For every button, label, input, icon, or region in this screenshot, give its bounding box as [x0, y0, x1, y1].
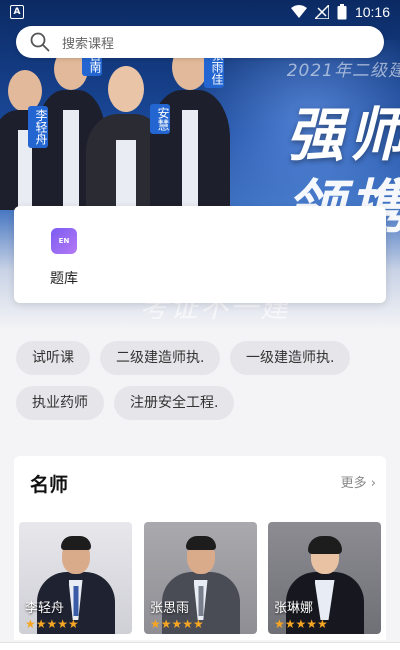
- section-title: 名师: [30, 474, 69, 496]
- more-label: 更多: [340, 476, 367, 491]
- chevron-right-icon: ›: [370, 476, 376, 491]
- wifi-icon: [290, 5, 307, 18]
- tag-safety-engineer[interactable]: 注册安全工程.: [114, 386, 235, 420]
- teachers-list: 李轻舟 ★★★★★ 张思雨 ★★★★★ 张琳娜 ★★★★★: [14, 510, 386, 640]
- status-bar: A 10:16: [0, 0, 400, 24]
- teacher-name: 李轻舟: [25, 601, 65, 616]
- banner-name-tag-3: 安慧: [150, 104, 170, 134]
- banner-year-text: 2021年二级建: [286, 61, 400, 81]
- signal-icon: [314, 5, 329, 19]
- more-link[interactable]: 更多 ›: [341, 472, 376, 491]
- search-input[interactable]: 搜索课程: [62, 33, 114, 52]
- question-bank-icon: EN: [51, 228, 77, 254]
- star-rating: ★★★★★: [25, 617, 79, 631]
- quick-entry-card: EN 题库: [14, 206, 386, 303]
- question-bank-label: 题库: [50, 271, 78, 287]
- tag-second-constructor[interactable]: 二级建造师执.: [100, 341, 221, 375]
- star-rating: ★★★★★: [150, 617, 204, 631]
- teachers-section-header: 名师 更多 ›: [14, 456, 386, 510]
- teacher-name: 张琳娜: [274, 601, 314, 616]
- teacher-card[interactable]: 李轻舟 ★★★★★: [19, 522, 132, 634]
- teacher-card[interactable]: 张思雨 ★★★★★: [144, 522, 257, 634]
- question-bank-button[interactable]: EN 题库: [44, 228, 84, 288]
- tag-pharmacist[interactable]: 执业药师: [16, 386, 104, 420]
- battery-icon: [337, 4, 347, 20]
- clock: 10:16: [354, 4, 390, 20]
- teacher-card[interactable]: 张琳娜 ★★★★★: [268, 522, 381, 634]
- banner-name-tag-1: 李轻舟: [28, 106, 48, 148]
- tag-first-constructor[interactable]: 一级建造师执.: [230, 341, 351, 375]
- star-rating: ★★★★★: [274, 617, 328, 631]
- search-bar[interactable]: 搜索课程: [16, 26, 384, 58]
- teacher-name: 张思雨: [150, 601, 190, 616]
- bottom-navigation-bar[interactable]: [0, 642, 400, 650]
- search-icon: [30, 32, 50, 52]
- notification-icon: A: [10, 5, 24, 19]
- tag-trial-class[interactable]: 试听课: [16, 341, 90, 375]
